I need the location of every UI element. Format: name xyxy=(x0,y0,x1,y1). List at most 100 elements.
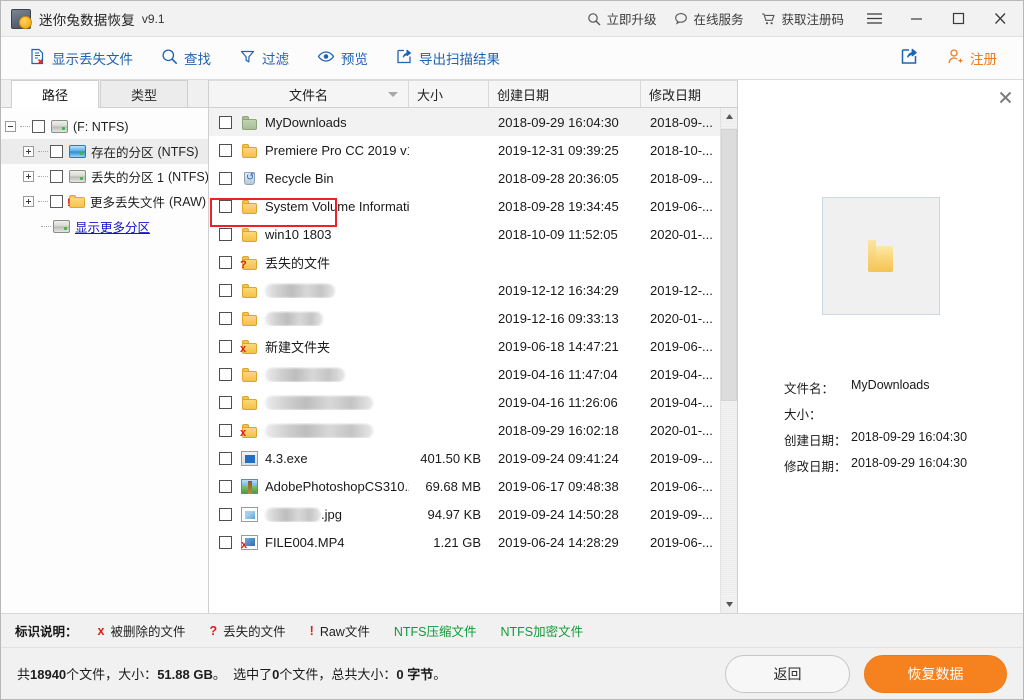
tree-node-lost-partition-1-label: 丢失的分区 1 xyxy=(91,171,164,185)
file-list-scrollbar[interactable] xyxy=(720,108,737,613)
minimize-icon[interactable] xyxy=(895,2,937,36)
scroll-up-arrow-icon[interactable] xyxy=(721,108,737,125)
preview-button[interactable]: 预览 xyxy=(303,38,382,79)
maximize-icon[interactable] xyxy=(937,2,979,36)
table-row[interactable]: AdobePhotoshopCS310.zip 69.68 MB 2019-06-1… xyxy=(209,472,720,500)
column-header-filename[interactable]: 文件名 xyxy=(209,81,409,107)
cell-modified-date: 2019-12-... xyxy=(650,282,713,298)
expander-plus-icon[interactable] xyxy=(23,196,34,207)
hamburger-menu-icon[interactable] xyxy=(853,2,895,36)
tab-type[interactable]: 类型 xyxy=(100,80,188,107)
row-checkbox[interactable] xyxy=(219,311,232,325)
tab-path[interactable]: 路径 xyxy=(11,80,99,108)
table-row[interactable]: x 2018-09-29 16:02:18 2020-01-... xyxy=(209,416,720,444)
expander-plus-icon[interactable] xyxy=(23,171,34,182)
column-header-size[interactable]: 大小 xyxy=(409,81,489,107)
row-checkbox[interactable] xyxy=(219,479,232,493)
table-row[interactable]: 2019-12-12 16:34:29 2019-12-... xyxy=(209,276,720,304)
back-button[interactable]: 返回 xyxy=(725,654,850,693)
online-service-button[interactable]: 在线服务 xyxy=(665,2,752,36)
table-row[interactable]: win10 1803 2018-10-09 11:52:05 2020-01-... xyxy=(209,220,720,248)
cell-filename: ? 丢失的文件 xyxy=(209,253,409,272)
table-row[interactable]: ? 丢失的文件 xyxy=(209,248,720,276)
row-checkbox[interactable] xyxy=(219,143,232,157)
table-row[interactable]: ↺ Recycle Bin 2018-09-28 20:36:05 2018-09-.… xyxy=(209,164,720,192)
row-checkbox[interactable] xyxy=(219,171,232,185)
partition-tree: (F: NTFS) 存在的分区 (NTFS) 丢失的分区 1 (NTFS) ! … xyxy=(1,108,208,613)
show-lost-files-button[interactable]: 显示丢失文件 xyxy=(15,38,147,79)
row-checkbox[interactable] xyxy=(219,395,232,409)
table-row[interactable]: 2019-04-16 11:47:04 2019-04-... xyxy=(209,360,720,388)
row-checkbox[interactable] xyxy=(219,115,232,129)
show-more-partitions-link[interactable]: 显示更多分区 xyxy=(75,217,150,236)
recover-data-button-label: 恢复数据 xyxy=(907,665,964,682)
table-row[interactable]: 4.3.exe 401.50 KB 2019-09-24 09:41:24 2019-… xyxy=(209,444,720,472)
folder-icon xyxy=(868,240,893,272)
table-row[interactable]: x 新建文件夹 2019-06-18 14:47:21 2019-06-... xyxy=(209,332,720,360)
cell-modified-date: 2019-04-... xyxy=(650,394,713,410)
column-header-modified[interactable]: 修改日期 xyxy=(641,81,737,107)
filter-button[interactable]: 过滤 xyxy=(225,38,303,79)
find-button[interactable]: 查找 xyxy=(147,38,225,79)
table-row[interactable]: .jpg 94.97 KB 2019-09-24 14:50:28 2019-09-.… xyxy=(209,500,720,528)
row-checkbox[interactable] xyxy=(219,199,232,213)
table-row[interactable]: System Volume Information 2018-09-28 19:3… xyxy=(209,192,720,220)
cell-filename: System Volume Information xyxy=(209,199,409,214)
table-row[interactable]: x FILE004.MP4 1.21 GB 2019-06-24 14:28:29 20… xyxy=(209,528,720,556)
column-header-created[interactable]: 创建日期 xyxy=(489,81,641,107)
tree-node-lost-partition-1-suffix: (NTFS) xyxy=(167,169,208,184)
row-checkbox[interactable] xyxy=(219,367,232,381)
export-scan-result-button[interactable]: 导出扫描结果 xyxy=(382,38,514,79)
row-checkbox[interactable] xyxy=(219,423,232,437)
cell-created-date: 2018-09-29 16:02:18 xyxy=(498,422,619,438)
get-license-key-button[interactable]: 获取注册码 xyxy=(752,2,853,36)
file-name: AdobePhotoshopCS310.zip xyxy=(265,478,409,494)
row-checkbox[interactable] xyxy=(219,227,232,241)
scrollbar-thumb[interactable] xyxy=(721,129,737,401)
tree-checkbox[interactable] xyxy=(50,145,63,158)
file-name: MyDownloads xyxy=(265,114,347,130)
preview-panel: 文件名： MyDownloads 大小： 创建日期： 2018-09-29 16… xyxy=(738,80,1023,613)
drive-icon-blue xyxy=(69,145,86,158)
register-button[interactable]: 注册 xyxy=(933,38,1011,79)
tree-node-existing-partition[interactable]: 存在的分区 (NTFS) xyxy=(1,139,208,164)
tree-node-lost-partition-1[interactable]: 丢失的分区 1 (NTFS) xyxy=(1,164,208,189)
share-export-button[interactable] xyxy=(886,38,933,79)
cell-size: 1.21 GB xyxy=(433,534,481,550)
legend-symbol-lost: ? xyxy=(209,623,218,638)
upgrade-now-button[interactable]: 立即升级 xyxy=(578,2,665,36)
tree-checkbox[interactable] xyxy=(50,170,63,183)
scrollbar-track[interactable] xyxy=(721,125,737,596)
close-icon[interactable] xyxy=(979,2,1021,36)
preview-close-icon[interactable] xyxy=(997,89,1013,105)
tree-node-root[interactable]: (F: NTFS) xyxy=(1,114,208,139)
recover-data-button[interactable]: 恢复数据 xyxy=(864,654,1007,693)
tree-node-more-lost-files[interactable]: ! 更多丢失文件 (RAW) xyxy=(1,189,208,214)
expander-plus-icon[interactable] xyxy=(23,146,34,157)
app-title: 迷你兔数据恢复 xyxy=(39,12,135,28)
row-checkbox[interactable] xyxy=(219,451,232,465)
row-checkbox[interactable] xyxy=(219,283,232,297)
row-checkbox[interactable] xyxy=(219,535,232,549)
tree-checkbox[interactable] xyxy=(32,120,45,133)
row-checkbox[interactable] xyxy=(219,507,232,521)
cell-filename: x FILE004.MP4 xyxy=(209,534,409,550)
row-checkbox[interactable] xyxy=(219,339,232,353)
expander-minus-icon[interactable] xyxy=(5,121,16,132)
tree-checkbox[interactable] xyxy=(50,195,63,208)
file-lost-icon xyxy=(29,48,46,68)
tab-path-label: 路径 xyxy=(41,88,68,103)
status-selected-prefix: 选中了 xyxy=(233,667,273,682)
scroll-down-arrow-icon[interactable] xyxy=(721,596,737,613)
sidebar-tree-panel: 路径 类型 (F: NTFS) 存在的分区 (NTFS) 丢失的分区 1 (NT… xyxy=(1,80,209,613)
row-checkbox[interactable] xyxy=(219,255,232,269)
table-row[interactable]: 2019-04-16 11:26:06 2019-04-... xyxy=(209,388,720,416)
tree-connector xyxy=(38,151,48,152)
folder-icon xyxy=(241,311,258,326)
file-name: 丢失的文件 xyxy=(265,255,331,271)
table-row[interactable]: Premiere Pro CC 2019 v1... 2019-12-31 09:… xyxy=(209,136,720,164)
tree-node-show-more-partitions[interactable]: 显示更多分区 xyxy=(1,214,208,239)
preview-field-filename-key: 文件名： xyxy=(784,382,835,396)
table-row[interactable]: 2019-12-16 09:33:13 2020-01-... xyxy=(209,304,720,332)
table-row[interactable]: MyDownloads 2018-09-29 16:04:30 2018-09-..… xyxy=(209,108,720,136)
